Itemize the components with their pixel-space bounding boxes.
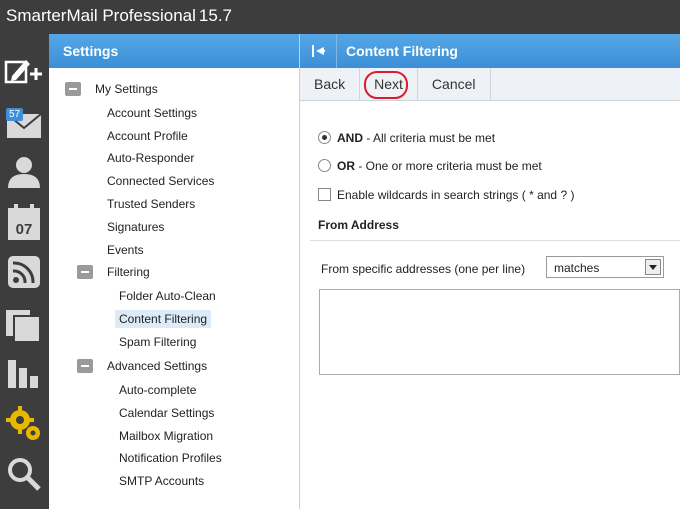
app-title-bar: SmarterMail Professional 15.7 bbox=[0, 0, 680, 34]
tree-item-calendar-settings[interactable]: Calendar Settings bbox=[119, 404, 214, 422]
section-divider bbox=[310, 240, 680, 241]
settings-header: Settings bbox=[49, 34, 299, 68]
page-title: Content Filtering bbox=[346, 43, 458, 59]
settings-panel: Settings My Settings Account Settings Ac… bbox=[49, 34, 300, 509]
content-header: Content Filtering bbox=[300, 34, 680, 68]
settings-icon[interactable] bbox=[4, 404, 44, 444]
next-button[interactable]: Next bbox=[360, 68, 418, 100]
or-option-text: - One or more criteria must be met bbox=[355, 159, 542, 173]
app-name: SmarterMail Professional bbox=[6, 6, 196, 25]
wildcards-option[interactable]: Enable wildcards in search strings ( * a… bbox=[318, 188, 574, 202]
reports-icon[interactable] bbox=[4, 352, 44, 392]
tree-item-auto-responder[interactable]: Auto-Responder bbox=[107, 149, 194, 167]
and-option-text: - All criteria must be met bbox=[363, 131, 496, 145]
search-icon[interactable] bbox=[4, 454, 44, 494]
tree-item-trusted-senders[interactable]: Trusted Senders bbox=[107, 195, 195, 213]
from-addresses-label: From specific addresses (one per line) bbox=[321, 262, 526, 276]
tree-item-connected-services[interactable]: Connected Services bbox=[107, 172, 214, 190]
collapse-my-settings-icon[interactable] bbox=[65, 82, 81, 96]
or-radio[interactable] bbox=[318, 159, 331, 172]
tree-item-mailbox-migration[interactable]: Mailbox Migration bbox=[119, 427, 213, 445]
wizard-toolbar: Back Next Cancel bbox=[300, 68, 680, 101]
calendar-icon[interactable]: 07 bbox=[4, 202, 44, 242]
tree-item-events[interactable]: Events bbox=[107, 241, 144, 259]
tree-item-account-settings[interactable]: Account Settings bbox=[107, 104, 197, 122]
tree-item-spam-filtering[interactable]: Spam Filtering bbox=[119, 333, 196, 351]
and-option-keyword: AND bbox=[337, 131, 363, 145]
app-version: 15.7 bbox=[198, 6, 232, 25]
mail-icon[interactable]: 57 bbox=[4, 106, 44, 146]
collapse-panel-button[interactable] bbox=[300, 34, 337, 68]
tree-item-advanced-settings[interactable]: Advanced Settings bbox=[107, 357, 207, 375]
content-pane: Content Filtering Back Next Cancel AND -… bbox=[300, 34, 680, 509]
wildcards-label: Enable wildcards in search strings ( * a… bbox=[337, 188, 575, 202]
back-button[interactable]: Back bbox=[300, 68, 361, 100]
and-option[interactable]: AND - All criteria must be met bbox=[318, 131, 495, 145]
collapse-advanced-settings-icon[interactable] bbox=[77, 359, 93, 373]
tree-item-smtp-accounts[interactable]: SMTP Accounts bbox=[119, 472, 204, 490]
left-icon-rail: 57 07 bbox=[0, 34, 49, 509]
compose-icon[interactable] bbox=[4, 54, 44, 94]
dropdown-arrow-icon[interactable] bbox=[645, 259, 661, 275]
wildcards-checkbox[interactable] bbox=[318, 188, 331, 201]
unread-count-badge: 57 bbox=[6, 108, 24, 121]
contacts-icon[interactable] bbox=[4, 152, 44, 192]
tree-item-my-settings[interactable]: My Settings bbox=[95, 80, 158, 98]
next-button-label: Next bbox=[374, 76, 403, 92]
match-type-select[interactable]: matches bbox=[546, 256, 664, 278]
match-type-value: matches bbox=[554, 261, 600, 275]
or-option[interactable]: OR - One or more criteria must be met bbox=[318, 159, 542, 173]
tree-item-signatures[interactable]: Signatures bbox=[107, 218, 164, 236]
from-address-heading: From Address bbox=[318, 218, 399, 232]
from-addresses-textarea[interactable] bbox=[319, 289, 680, 375]
and-radio[interactable] bbox=[318, 131, 331, 144]
tree-item-auto-complete[interactable]: Auto-complete bbox=[119, 381, 196, 399]
tree-item-notification-profiles[interactable]: Notification Profiles bbox=[119, 449, 222, 467]
collapse-arrow-icon bbox=[312, 45, 325, 57]
tree-item-filtering[interactable]: Filtering bbox=[107, 263, 150, 281]
files-icon[interactable] bbox=[4, 304, 44, 344]
collapse-filtering-icon[interactable] bbox=[77, 265, 93, 279]
rss-icon[interactable] bbox=[4, 252, 44, 292]
or-option-keyword: OR bbox=[337, 159, 355, 173]
tree-item-account-profile[interactable]: Account Profile bbox=[107, 127, 188, 145]
tree-item-folder-auto-clean[interactable]: Folder Auto-Clean bbox=[119, 287, 216, 305]
cancel-button[interactable]: Cancel bbox=[418, 68, 491, 100]
calendar-day: 07 bbox=[16, 221, 33, 238]
tree-item-content-filtering[interactable]: Content Filtering bbox=[115, 310, 212, 328]
